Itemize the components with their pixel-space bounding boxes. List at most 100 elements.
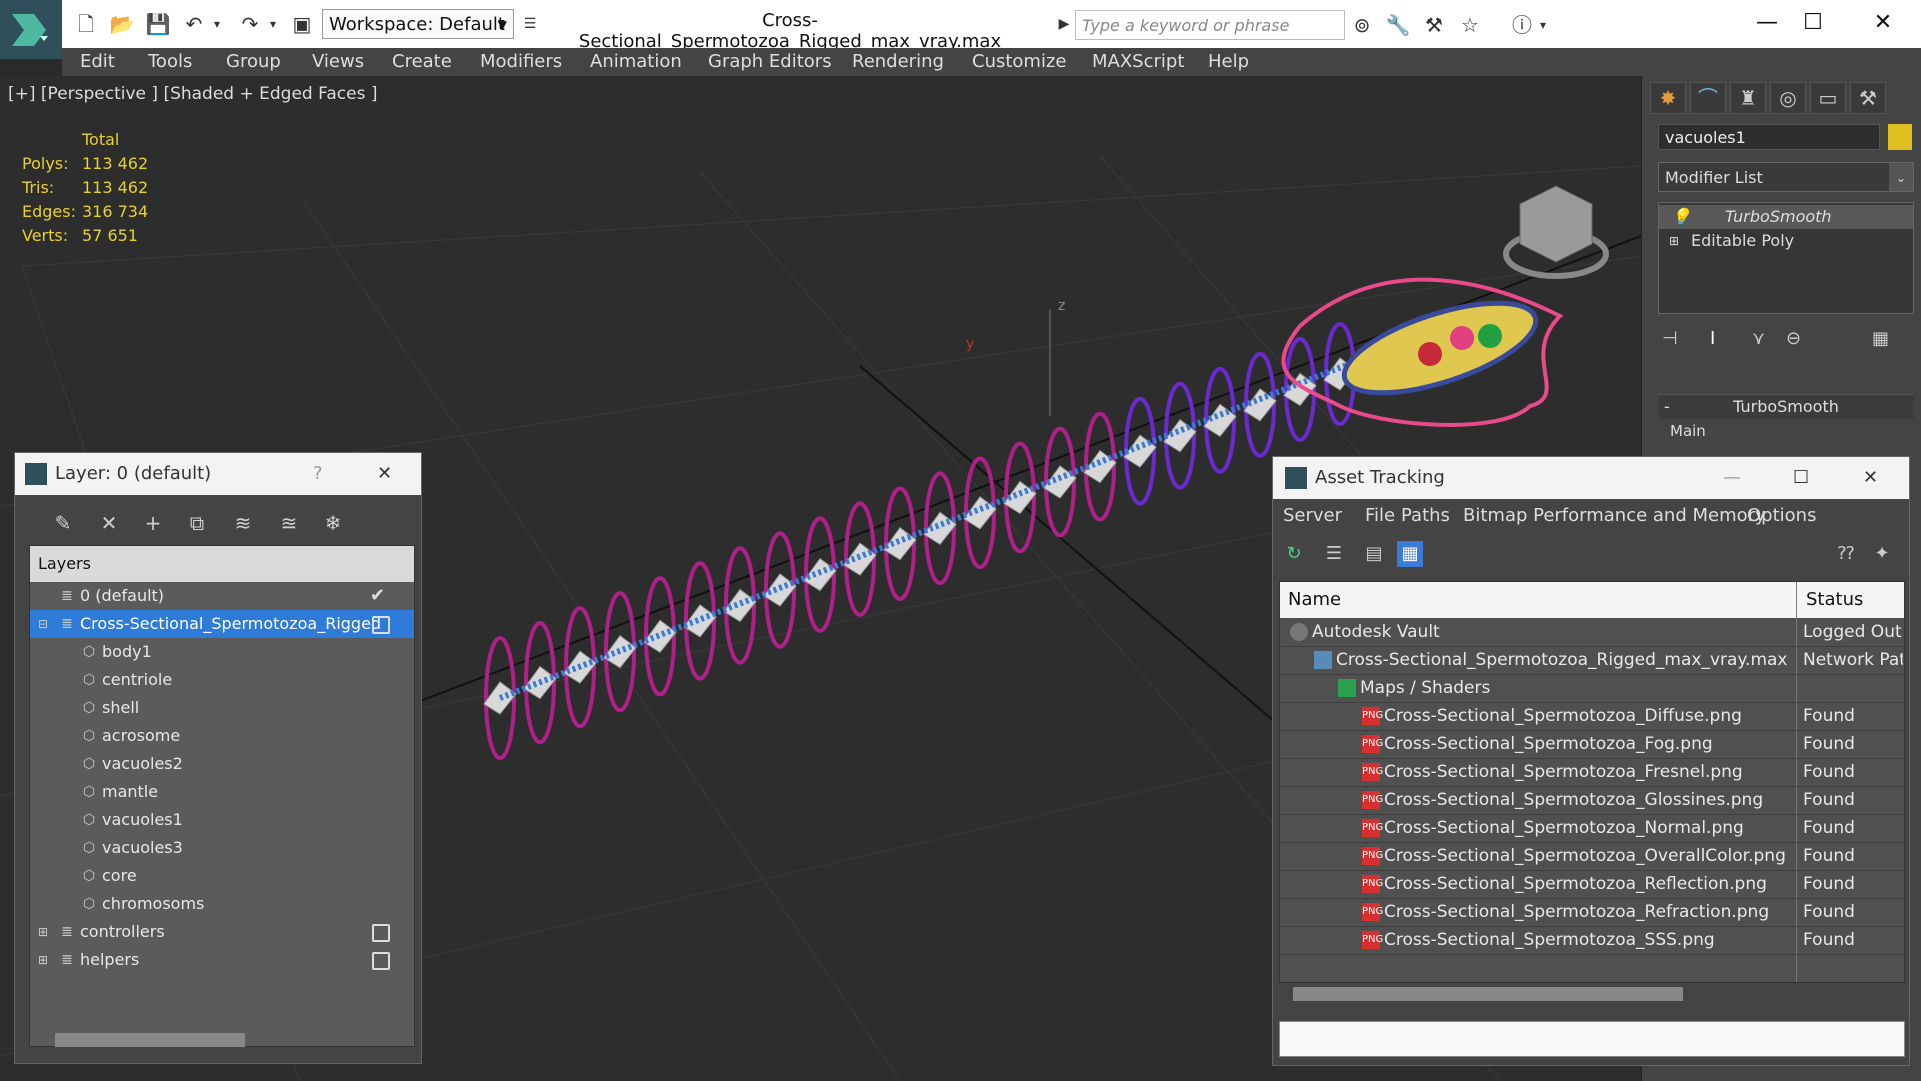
layer-row[interactable]: ⬡ vacuoles1 xyxy=(30,806,414,834)
freeze-all-icon[interactable]: ❄ xyxy=(319,509,347,537)
utilities-tab-icon[interactable]: ⚒ xyxy=(1850,82,1886,114)
refresh-icon[interactable]: ↻ xyxy=(1281,541,1307,567)
menu-edit[interactable]: Edit xyxy=(80,48,115,76)
layer-row[interactable]: ≣ 0 (default) ✔ xyxy=(30,582,414,610)
menu-group[interactable]: Group xyxy=(226,48,281,76)
asset-row[interactable]: PNG Cross-Sectional_Spermotozoa_SSS.png Fo… xyxy=(1280,926,1904,955)
expand-icon[interactable]: ⊞ xyxy=(1669,229,1679,253)
menu-modifiers[interactable]: Modifiers xyxy=(480,48,562,76)
layer-row[interactable]: ⬡ centriole xyxy=(30,666,414,694)
workspace-dropdown[interactable]: Workspace: Default ▼ xyxy=(322,9,514,39)
modify-tab-icon[interactable]: ⌒ xyxy=(1690,82,1726,114)
asset-horizontal-scrollbar[interactable] xyxy=(1293,987,1683,1001)
menu-options[interactable]: Options xyxy=(1747,499,1816,533)
layers-column-header[interactable]: Layers xyxy=(30,546,414,582)
close-button[interactable]: ✕ xyxy=(377,453,392,495)
open-folder-icon[interactable]: 📂 xyxy=(108,10,136,38)
binoculars-icon[interactable]: ⊚ xyxy=(1348,12,1376,38)
menu-customize[interactable]: Customize xyxy=(972,48,1066,76)
modifier-list-dropdown[interactable]: Modifier List ⌄ xyxy=(1658,162,1914,192)
layer-horizontal-scrollbar[interactable] xyxy=(55,1033,245,1047)
undo-dropdown-icon[interactable]: ▾ xyxy=(210,10,224,38)
redo-dropdown-icon[interactable]: ▾ xyxy=(266,10,280,38)
layer-row[interactable]: ⬡ core xyxy=(30,862,414,890)
stack-item-editable-poly[interactable]: ⊞ Editable Poly xyxy=(1659,229,1913,253)
table-view-icon[interactable]: ▦ xyxy=(1397,541,1423,567)
create-tab-icon[interactable]: ✸ xyxy=(1650,82,1686,114)
save-icon[interactable]: 💾 xyxy=(144,10,172,38)
new-layer-icon[interactable]: ✎ xyxy=(49,509,77,537)
close-button[interactable]: ✕ xyxy=(1858,4,1908,42)
workspace-menu-icon[interactable]: ☰ xyxy=(516,10,544,38)
active-layer-checkbox[interactable] xyxy=(372,616,390,634)
asset-row[interactable]: PNG Cross-Sectional_Spermotozoa_Fog.png Fo… xyxy=(1280,730,1904,759)
asset-row[interactable]: PNG Cross-Sectional_Spermotozoa_Glossines… xyxy=(1280,786,1904,815)
expand-icon[interactable]: ⊞ xyxy=(34,923,52,941)
menu-paths[interactable]: Paths xyxy=(1401,499,1450,533)
configure-sets-icon[interactable]: ▦ xyxy=(1872,328,1889,349)
viewport-label[interactable]: [+] [Perspective ] [Shaded + Edged Faces… xyxy=(8,84,377,104)
new-file-icon[interactable]: 🗋 xyxy=(72,10,100,38)
asset-row[interactable]: PNG Cross-Sectional_Spermotozoa_Normal.pn… xyxy=(1280,814,1904,843)
minimize-button[interactable]: — xyxy=(1723,457,1741,499)
asset-row[interactable]: Cross-Sectional_Spermotozoa_Rigged_max_v… xyxy=(1280,646,1904,675)
menu-rendering[interactable]: Rendering xyxy=(852,48,944,76)
menu-create[interactable]: Create xyxy=(392,48,452,76)
maximize-button[interactable]: ☐ xyxy=(1793,457,1809,499)
motion-tab-icon[interactable]: ◎ xyxy=(1770,82,1806,114)
menu-views[interactable]: Views xyxy=(312,48,364,76)
pin-stack-icon[interactable]: ⊣ xyxy=(1662,328,1678,349)
search-input[interactable]: Type a keyword or phrase xyxy=(1075,10,1345,40)
layer-row[interactable]: ⊟ ≣ Cross-Sectional_Spermotozoa_Rigged xyxy=(30,610,414,638)
signin-icon[interactable]: ⚒ xyxy=(1420,12,1448,38)
layer-row[interactable]: ⊞ ≣ helpers xyxy=(30,946,414,974)
asset-dialog-titlebar[interactable]: Asset Tracking — ☐ ✕ xyxy=(1273,457,1909,499)
help-icon[interactable]: ⁇ xyxy=(1833,541,1859,567)
help-icon[interactable]: ⓘ xyxy=(1508,12,1536,38)
add-to-layer-icon[interactable]: + xyxy=(139,509,167,537)
show-end-result-icon[interactable]: Ⅰ xyxy=(1710,328,1715,349)
asset-row[interactable]: Maps / Shaders xyxy=(1280,674,1904,703)
asset-row[interactable]: PNG Cross-Sectional_Spermotozoa_Reflectio… xyxy=(1280,870,1904,899)
display-tab-icon[interactable]: ▭ xyxy=(1810,82,1846,114)
stack-item-turbosmooth[interactable]: 💡 TurboSmooth xyxy=(1659,205,1913,229)
menu-graph-editors[interactable]: Graph Editors xyxy=(708,48,832,76)
maximize-button[interactable]: ☐ xyxy=(1788,4,1838,42)
project-icon[interactable]: ▣ xyxy=(288,10,316,38)
search-expand-icon[interactable]: ▶ xyxy=(1050,10,1078,38)
collapse-icon[interactable]: ⊟ xyxy=(34,615,52,633)
thumbnail-view-icon[interactable]: ▤ xyxy=(1361,541,1387,567)
menu-animation[interactable]: Animation xyxy=(590,48,682,76)
layer-row[interactable]: ⬡ acrosome xyxy=(30,722,414,750)
help-dropdown-icon[interactable]: ▾ xyxy=(1536,12,1550,38)
minimize-button[interactable]: — xyxy=(1742,4,1792,42)
expand-icon[interactable]: ⊞ xyxy=(34,951,52,969)
layer-dialog-titlebar[interactable]: Layer: 0 (default) ? ✕ xyxy=(15,453,421,495)
column-name[interactable]: Name xyxy=(1288,582,1341,618)
view-cube[interactable] xyxy=(1503,185,1609,279)
menu-file[interactable]: File xyxy=(1365,499,1395,533)
menu-server[interactable]: Server xyxy=(1283,499,1342,533)
object-name-field[interactable]: vacuoles1 xyxy=(1658,124,1880,150)
context-help-icon[interactable]: ✦ xyxy=(1869,541,1895,567)
active-layer-checkbox[interactable] xyxy=(372,952,390,970)
layer-row[interactable]: ⊞ ≣ controllers xyxy=(30,918,414,946)
help-button[interactable]: ? xyxy=(313,453,323,495)
layer-row[interactable]: ⬡ body1 xyxy=(30,638,414,666)
turbosmooth-rollout-header[interactable]: - TurboSmooth xyxy=(1658,394,1914,419)
asset-row[interactable]: PNG Cross-Sectional_Spermotozoa_OverallCo… xyxy=(1280,842,1904,871)
layer-row[interactable]: ⬡ vacuoles2 xyxy=(30,750,414,778)
lightbulb-icon[interactable]: 💡 xyxy=(1671,205,1691,229)
hierarchy-tab-icon[interactable]: ♜ xyxy=(1730,82,1766,114)
menu-maxscript[interactable]: MAXScript xyxy=(1092,48,1184,76)
menu-tools[interactable]: Tools xyxy=(148,48,192,76)
active-layer-checkbox[interactable] xyxy=(372,924,390,942)
layer-row[interactable]: ⬡ shell xyxy=(30,694,414,722)
highlight-layer-icon[interactable]: ≋ xyxy=(229,509,257,537)
menu-bitmap-performance[interactable]: Bitmap Performance and Memory xyxy=(1463,499,1766,533)
layer-row[interactable]: ⬡ vacuoles3 xyxy=(30,834,414,862)
undo-icon[interactable]: ↶ xyxy=(180,10,208,38)
remove-modifier-icon[interactable]: ⊖ xyxy=(1786,328,1801,349)
menu-help[interactable]: Help xyxy=(1208,48,1249,76)
app-logo-icon[interactable] xyxy=(0,0,62,59)
